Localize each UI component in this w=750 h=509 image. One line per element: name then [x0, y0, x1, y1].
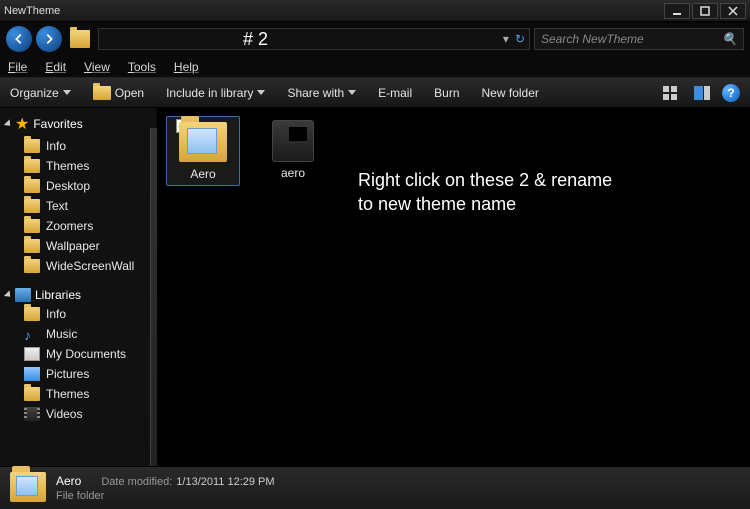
sidebar-item-zoomers[interactable]: Zoomers [0, 216, 157, 236]
menu-edit[interactable]: Edit [45, 60, 66, 74]
sidebar-lib-music[interactable]: ♪Music [0, 324, 157, 344]
maximize-button[interactable] [692, 3, 718, 19]
folder-icon [179, 122, 227, 162]
folder-icon [24, 259, 40, 273]
videos-icon [24, 407, 40, 421]
search-placeholder: Search NewTheme [541, 32, 644, 46]
body-area: ★ Favorites Info Themes Desktop Text Zoo… [0, 108, 750, 466]
pictures-icon [24, 367, 40, 381]
include-library-button[interactable]: Include in library [166, 86, 265, 100]
open-button[interactable]: Open [93, 86, 144, 100]
folder-icon [24, 239, 40, 253]
help-button[interactable]: ? [722, 84, 740, 102]
content-area[interactable]: Aero aero Right click on these 2 & renam… [158, 108, 750, 466]
details-modified-value: 1/13/2011 12:29 PM [176, 476, 274, 488]
chevron-down-icon [63, 90, 71, 95]
address-bar[interactable]: # 2 ▾ ↻ [98, 28, 530, 50]
menu-bar: File Edit View Tools Help [0, 56, 750, 78]
annotation-number: # 2 [243, 29, 268, 50]
file-icon [272, 120, 314, 162]
search-input[interactable]: Search NewTheme 🔍 [534, 28, 744, 50]
search-icon[interactable]: 🔍 [722, 32, 737, 46]
details-type: File folder [56, 490, 275, 502]
menu-help[interactable]: Help [174, 60, 199, 74]
chevron-down-icon [257, 90, 265, 95]
item-aero-file[interactable]: aero [256, 116, 330, 186]
refresh-icon[interactable]: ↻ [515, 32, 525, 46]
sidebar-lib-videos[interactable]: Videos [0, 404, 157, 424]
folder-icon [24, 219, 40, 233]
details-modified-label: Date modified: [101, 476, 172, 488]
annotation-text: Right click on these 2 & rename to new t… [358, 168, 612, 217]
item-label: aero [281, 166, 305, 180]
sidebar-lib-info[interactable]: Info [0, 304, 157, 324]
expand-icon [4, 119, 13, 128]
titlebar: NewTheme [0, 0, 750, 22]
new-folder-button[interactable]: New folder [482, 86, 539, 100]
folder-open-icon [93, 86, 111, 100]
folder-icon [24, 387, 40, 401]
organize-button[interactable]: Organize [10, 86, 71, 100]
chevron-down-icon [348, 90, 356, 95]
toolbar: Organize Open Include in library Share w… [0, 78, 750, 108]
sidebar-item-text[interactable]: Text [0, 196, 157, 216]
sidebar-favorites-header[interactable]: ★ Favorites [0, 112, 157, 136]
libraries-icon [15, 288, 31, 302]
sidebar-libraries-header[interactable]: Libraries [0, 286, 157, 304]
star-icon: ★ [15, 114, 29, 134]
folder-icon [24, 139, 40, 153]
menu-view[interactable]: View [84, 60, 110, 74]
folder-icon [70, 30, 90, 48]
details-pane: Aero Date modified: 1/13/2011 12:29 PM F… [0, 466, 750, 509]
share-with-button[interactable]: Share with [287, 86, 356, 100]
dropdown-icon[interactable]: ▾ [503, 32, 509, 46]
music-icon: ♪ [24, 327, 40, 341]
sidebar-item-info[interactable]: Info [0, 136, 157, 156]
window-controls [664, 3, 746, 19]
sidebar-lib-pictures[interactable]: Pictures [0, 364, 157, 384]
expand-icon [4, 290, 13, 299]
menu-file[interactable]: File [8, 60, 27, 74]
details-icon [10, 472, 46, 504]
minimize-button[interactable] [664, 3, 690, 19]
preview-pane-button[interactable] [692, 83, 712, 103]
folder-icon [24, 179, 40, 193]
forward-button[interactable] [36, 26, 62, 52]
window-title: NewTheme [4, 5, 60, 17]
back-button[interactable] [6, 26, 32, 52]
burn-button[interactable]: Burn [434, 86, 459, 100]
view-mode-button[interactable] [662, 83, 682, 103]
breadcrumb[interactable] [70, 30, 90, 48]
folder-icon [24, 159, 40, 173]
sidebar-lib-documents[interactable]: My Documents [0, 344, 157, 364]
email-button[interactable]: E-mail [378, 86, 412, 100]
close-button[interactable] [720, 3, 746, 19]
sidebar-item-widescreenwall[interactable]: WideScreenWall [0, 256, 157, 276]
documents-icon [24, 347, 40, 361]
item-aero-folder[interactable]: Aero [166, 116, 240, 186]
details-name: Aero [56, 474, 81, 488]
folder-icon [24, 307, 40, 321]
navigation-pane: ★ Favorites Info Themes Desktop Text Zoo… [0, 108, 158, 466]
sidebar-lib-themes[interactable]: Themes [0, 384, 157, 404]
item-label: Aero [190, 167, 215, 181]
sidebar-item-desktop[interactable]: Desktop [0, 176, 157, 196]
sidebar-item-themes[interactable]: Themes [0, 156, 157, 176]
folder-icon [24, 199, 40, 213]
menu-tools[interactable]: Tools [128, 60, 156, 74]
nav-row: # 2 ▾ ↻ Search NewTheme 🔍 [0, 22, 750, 56]
sidebar-item-wallpaper[interactable]: Wallpaper [0, 236, 157, 256]
